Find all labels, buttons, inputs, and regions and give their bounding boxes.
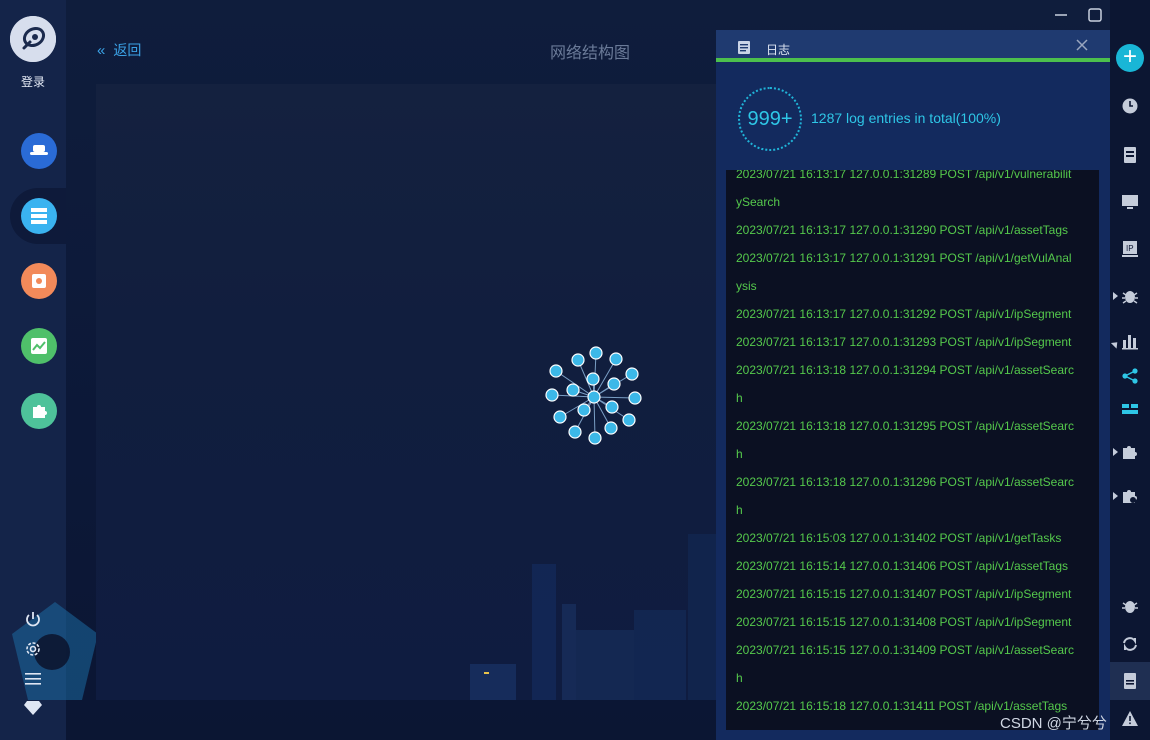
svg-text:IP: IP: [1126, 244, 1134, 253]
bug-doc-icon: [32, 274, 46, 288]
log-line: 2023/07/21 16:13:17 127.0.0.1:31290 POST…: [736, 223, 1069, 237]
refresh-icon[interactable]: [1121, 635, 1139, 653]
log-document-icon[interactable]: [1121, 672, 1139, 690]
plugin-settings-icon[interactable]: [1121, 487, 1139, 505]
log-line: 2023/07/21 16:15:15 127.0.0.1:31408 POST…: [736, 615, 1072, 629]
expand-arrow-icon[interactable]: [1113, 492, 1118, 500]
log-line: 2023/07/21 16:13:17 127.0.0.1:31289 POST…: [736, 170, 1072, 181]
log-line: 2023/07/21 16:13:18 127.0.0.1:31296 POST…: [736, 475, 1075, 489]
server-icon: [31, 208, 47, 224]
log-line: 2023/07/21 16:13:18 127.0.0.1:31294 POST…: [736, 363, 1075, 377]
bug-scan-icon[interactable]: [1121, 597, 1139, 615]
log-line: 2023/07/21 16:15:15 127.0.0.1:31407 POST…: [736, 587, 1072, 601]
right-toolbar: + IP: [1110, 0, 1150, 740]
bar-chart-icon[interactable]: [1121, 332, 1139, 350]
log-panel-header: 日志: [716, 30, 1110, 62]
gem-icon[interactable]: [22, 697, 44, 719]
log-summary: 1287 log entries in total(100%): [811, 110, 1001, 126]
back-label: 返回: [113, 42, 142, 58]
network-graph[interactable]: [542, 344, 642, 450]
log-line: 2023/07/21 16:15:15 127.0.0.1:31409 POST…: [736, 643, 1075, 657]
clock-icon[interactable]: [1121, 97, 1139, 115]
log-line: h: [736, 447, 743, 461]
log-output[interactable]: 2023/07/21 16:13:17 127.0.0.1:31289 POST…: [726, 170, 1099, 730]
log-line: 2023/07/21 16:15:03 127.0.0.1:31402 POST…: [736, 531, 1062, 545]
log-line: h: [736, 503, 743, 517]
nav-hat-button[interactable]: [21, 133, 57, 169]
logo-icon[interactable]: [10, 16, 56, 62]
report-icon[interactable]: [1121, 146, 1139, 164]
minimize-icon[interactable]: [1052, 6, 1070, 24]
log-count-badge: 999+: [738, 87, 802, 151]
log-line: 2023/07/21 16:13:18 127.0.0.1:31295 POST…: [736, 419, 1075, 433]
watermark-text: CSDN @宁兮兮: [1000, 715, 1107, 732]
nav-server-button[interactable]: [21, 198, 57, 234]
log-line: 2023/07/21 16:13:17 127.0.0.1:31291 POST…: [736, 251, 1072, 265]
log-line: h: [736, 671, 743, 685]
left-sidebar: 登录: [0, 0, 98, 740]
log-line: 2023/07/21 16:15:14 127.0.0.1:31406 POST…: [736, 559, 1069, 573]
log-line: ySearch: [736, 195, 781, 209]
back-link[interactable]: « 返回: [97, 40, 141, 60]
nav-vuln-button[interactable]: [21, 263, 57, 299]
log-line: ysis: [736, 279, 757, 293]
gear-icon[interactable]: [22, 638, 44, 660]
menu-icon[interactable]: [22, 668, 44, 690]
city-skyline-decor: [470, 534, 716, 700]
bug-icon[interactable]: [1121, 287, 1139, 305]
double-chevron-left-icon: «: [97, 41, 106, 59]
chart-icon: [31, 338, 47, 354]
power-icon[interactable]: [22, 608, 44, 630]
expand-arrow-icon[interactable]: [1113, 292, 1118, 300]
log-lines: 2023/07/21 16:13:17 127.0.0.1:31289 POST…: [736, 170, 1086, 720]
topology-icon[interactable]: [1121, 367, 1139, 385]
log-line: 2023/07/21 16:13:17 127.0.0.1:31292 POST…: [736, 307, 1072, 321]
maximize-icon[interactable]: [1086, 6, 1104, 24]
log-line: h: [736, 391, 743, 405]
document-icon: [738, 41, 750, 54]
page-title: 网络结构图: [550, 45, 631, 62]
log-panel-title: 日志: [766, 43, 791, 57]
login-label[interactable]: 登录: [0, 73, 66, 90]
nav-chart-button[interactable]: [21, 328, 57, 364]
add-button[interactable]: +: [1116, 44, 1144, 72]
puzzle-icon: [33, 405, 47, 418]
monitor-icon[interactable]: [1121, 193, 1139, 211]
hat-icon: [30, 145, 48, 155]
app-window: 登录 « 返回 网络结构图 日志 999+ 1287 log entries i…: [0, 0, 1150, 740]
expand-arrow-icon[interactable]: [1113, 448, 1118, 456]
network-canvas[interactable]: [96, 84, 716, 700]
close-icon[interactable]: [1074, 37, 1090, 53]
warning-icon[interactable]: [1121, 710, 1139, 728]
collapse-arrow-icon[interactable]: [1110, 339, 1121, 349]
log-line: 2023/07/21 16:13:17 127.0.0.1:31293 POST…: [736, 335, 1072, 349]
nav-plugin-button[interactable]: [21, 393, 57, 429]
puzzle-icon[interactable]: [1121, 443, 1139, 461]
log-panel: 日志 999+ 1287 log entries in total(100%) …: [716, 30, 1110, 740]
ip-icon[interactable]: IP: [1121, 240, 1139, 258]
grid-layout-icon[interactable]: [1121, 400, 1139, 418]
